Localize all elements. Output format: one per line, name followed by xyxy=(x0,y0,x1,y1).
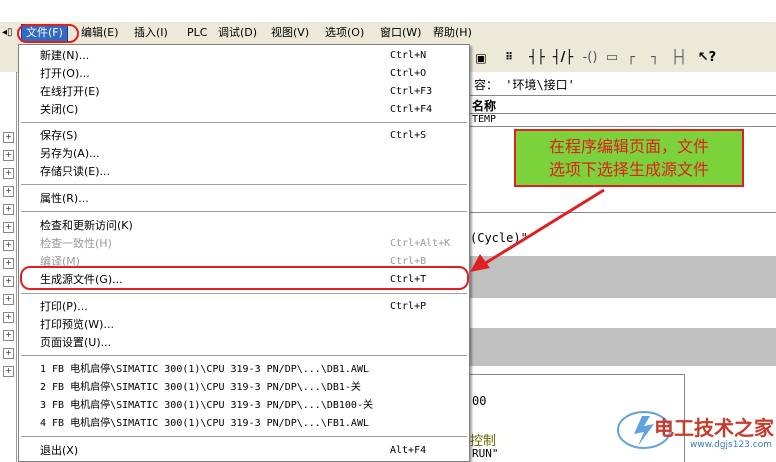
callout-line-2: 选项下选择生成源文件 xyxy=(548,160,709,179)
arrow-line xyxy=(483,188,605,266)
watermark-text: 电工技术之家 xyxy=(654,416,774,440)
annotation-callout: 在程序编辑页面，文件 选项下选择生成源文件 xyxy=(514,129,744,187)
watermark-url: www.dgjs123.com xyxy=(690,440,772,450)
annotation-arrow xyxy=(470,188,605,272)
callout-line-1: 在程序编辑页面，文件 xyxy=(548,137,709,156)
